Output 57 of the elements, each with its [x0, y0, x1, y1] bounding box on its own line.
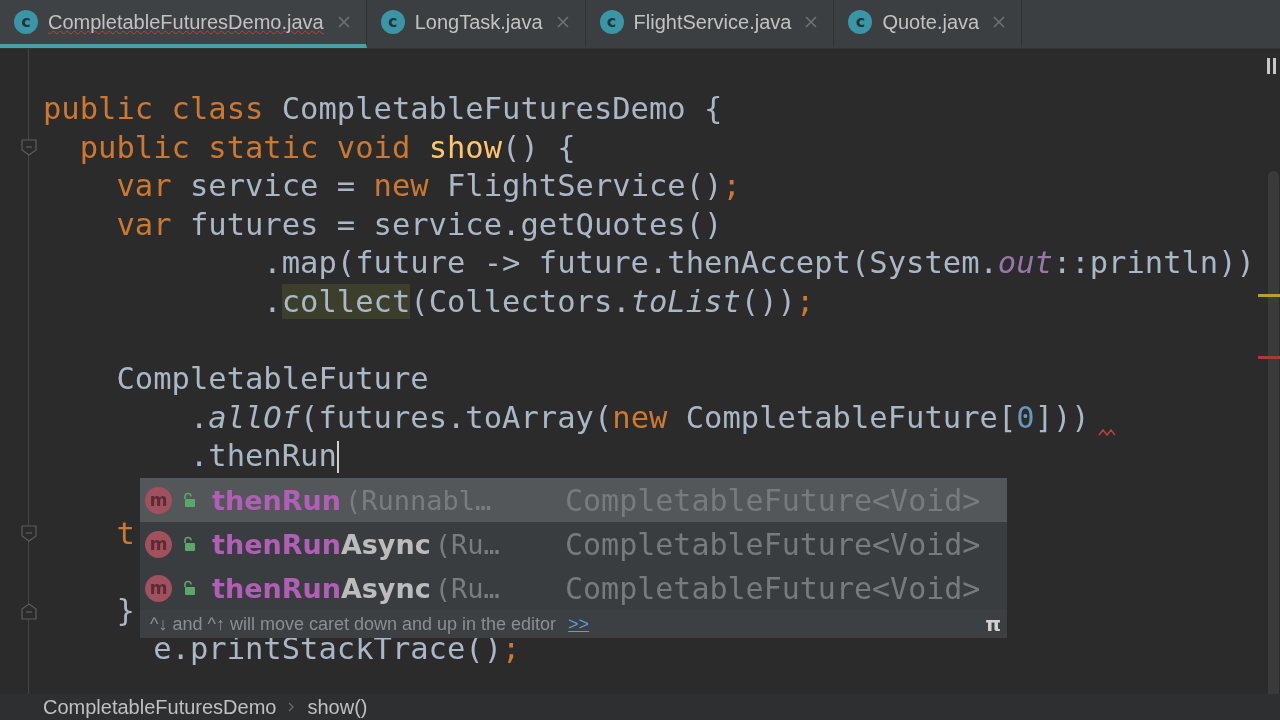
code-line: .allOf(futures.toArray(new CompletableFuture[0])) — [188, 398, 1090, 437]
method-name-rest: Async — [340, 528, 431, 560]
breadcrumb[interactable]: show() — [307, 695, 368, 719]
method-name: thenRun — [212, 572, 341, 604]
code-line: public static void show() { — [78, 128, 576, 167]
close-icon[interactable] — [337, 16, 350, 28]
fold-icon[interactable] — [20, 524, 38, 544]
method-name: thenRun — [212, 484, 341, 516]
unlock-icon — [182, 580, 196, 596]
method-icon: m — [145, 574, 172, 602]
completion-item[interactable]: m thenRunAsync(Ru… CompletableFuture<Void> — [140, 566, 1007, 610]
more-link[interactable]: >> — [568, 613, 590, 635]
pause-icon[interactable] — [1267, 58, 1277, 74]
code-line: var service = new FlightService(); — [115, 167, 741, 206]
breadcrumb[interactable]: CompletableFuturesDemo — [43, 695, 277, 719]
close-icon[interactable] — [556, 16, 569, 28]
method-name: thenRun — [212, 528, 341, 560]
tab-label: LongTask.java — [414, 10, 543, 34]
error-marker[interactable] — [1258, 356, 1280, 359]
fold-icon[interactable] — [20, 601, 38, 621]
file-tab[interactable]: c LongTask.java — [366, 0, 586, 48]
code-line: public class CompletableFuturesDemo { — [43, 90, 723, 129]
close-icon[interactable] — [805, 16, 818, 28]
pi-label[interactable]: π — [985, 612, 1001, 636]
code-line: } — [115, 591, 135, 630]
hint-text: ^↓ and ^↑ will move caret down and up in the editor — [150, 613, 557, 635]
class-icon: c — [599, 10, 624, 34]
close-icon[interactable] — [993, 16, 1006, 28]
method-icon: m — [145, 530, 172, 558]
method-icon: m — [145, 486, 172, 514]
code-line: .thenRun — [188, 437, 337, 476]
class-icon: c — [380, 10, 405, 34]
file-tab[interactable]: c CompletableFuturesDemo.java — [0, 0, 367, 48]
method-params: (Ru… — [434, 572, 500, 604]
unlock-icon — [182, 492, 196, 508]
code-line: CompletableFuture — [115, 360, 429, 399]
return-type: CompletableFuture<Void> — [565, 526, 981, 562]
file-tab[interactable]: c Quote.java — [834, 0, 1023, 48]
tab-label: Quote.java — [882, 10, 980, 34]
fold-icon[interactable] — [20, 138, 38, 158]
completion-item[interactable]: m thenRunAsync(Ru… CompletableFuture<Void> — [140, 522, 1007, 566]
return-type: CompletableFuture<Void> — [565, 570, 981, 606]
method-name-rest: Async — [340, 572, 431, 604]
chevron-icon — [288, 702, 296, 712]
method-params: (Ru… — [434, 528, 500, 560]
tab-label: CompletableFuturesDemo.java — [48, 10, 324, 34]
unlock-icon — [182, 536, 196, 552]
code-line: .collect(Collectors.toList()); — [262, 283, 815, 322]
code-line: .map(future -> future.thenAccept(System.out::println)) — [262, 244, 1255, 283]
file-tab[interactable]: c FlightService.java — [585, 0, 835, 48]
tab-label: FlightService.java — [633, 10, 792, 34]
code-line: var futures = service.getQuotes() — [115, 205, 723, 244]
class-icon: c — [14, 10, 38, 34]
scrollbar[interactable] — [1268, 171, 1279, 694]
class-icon: c — [848, 10, 873, 34]
code-line: t — [115, 514, 135, 553]
warning-marker[interactable] — [1258, 294, 1280, 297]
